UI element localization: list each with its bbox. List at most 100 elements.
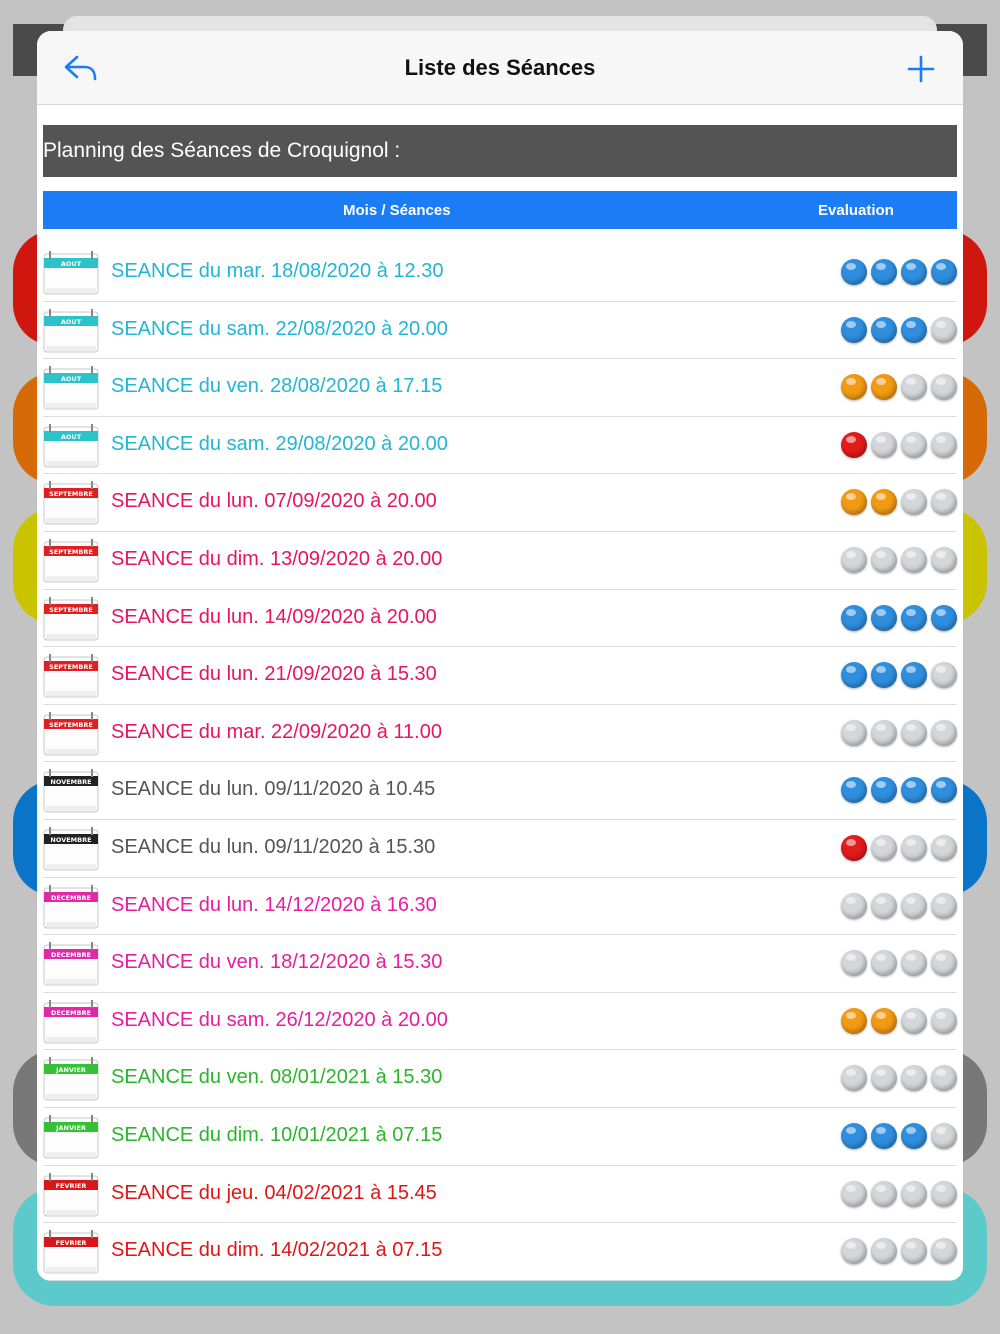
session-label: SEANCE du lun. 07/09/2020 à 20.00: [111, 490, 437, 513]
rating-dot-icon: [901, 316, 927, 343]
session-row[interactable]: JANVIER SEANCE du ven. 08/01/2021 à 15.30: [43, 1050, 957, 1108]
session-label: SEANCE du lun. 09/11/2020 à 10.45: [111, 778, 436, 801]
session-row[interactable]: NOVEMBRE SEANCE du lun. 09/11/2020 à 10.4…: [43, 762, 957, 820]
calendar-icon: FEVRIER: [43, 1172, 99, 1216]
session-row[interactable]: SEPTEMBRE SEANCE du mar. 22/09/2020 à 11.…: [43, 705, 957, 763]
rating-dot-icon: [871, 546, 897, 573]
planning-title: Planning des Séances de Croquignol :: [43, 125, 957, 177]
session-label: SEANCE du dim. 14/02/2021 à 07.15: [111, 1239, 443, 1262]
session-label: SEANCE du sam. 29/08/2020 à 20.00: [111, 432, 448, 455]
calendar-icon: NOVEMBRE: [43, 769, 99, 813]
session-row[interactable]: SEPTEMBRE SEANCE du lun. 07/09/2020 à 20.…: [43, 474, 957, 532]
rating-dot-icon: [871, 1007, 897, 1034]
evaluation-rating: [841, 662, 957, 690]
calendar-icon: SEPTEMBRE: [43, 711, 99, 756]
evaluation-rating: [841, 259, 957, 287]
evaluation-rating: [841, 950, 957, 978]
rating-dot-icon: [931, 259, 957, 285]
rating-dot-icon: [901, 604, 927, 631]
session-row[interactable]: AOUT SEANCE du ven. 28/08/2020 à 17.15: [43, 359, 957, 417]
session-row[interactable]: FEVRIER SEANCE du dim. 14/02/2021 à 07.15: [43, 1223, 957, 1281]
calendar-month-label: DECEMBRE: [51, 1009, 91, 1017]
session-row[interactable]: SEPTEMBRE SEANCE du lun. 21/09/2020 à 15.…: [43, 647, 957, 705]
rating-dot-icon: [901, 834, 927, 861]
column-header: Mois / Séances Evaluation: [43, 191, 957, 229]
calendar-month-label: NOVEMBRE: [50, 836, 91, 844]
rating-dot-icon: [871, 1065, 897, 1092]
rating-dot-icon: [931, 1238, 957, 1265]
session-row[interactable]: JANVIER SEANCE du dim. 10/01/2021 à 07.15: [43, 1108, 957, 1166]
evaluation-rating: [841, 546, 957, 575]
rating-dot-icon: [931, 834, 957, 861]
calendar-icon: SEPTEMBRE: [43, 596, 99, 641]
rating-dot-icon: [931, 489, 957, 516]
rating-dot-icon: [841, 489, 867, 516]
rating-dot-icon: [871, 892, 897, 919]
rating-dot-icon: [841, 834, 867, 861]
calendar-icon: AOUT: [43, 423, 99, 468]
calendar-icon: JANVIER: [43, 1114, 99, 1159]
rating-dot-icon: [841, 950, 867, 977]
rating-dot-icon: [931, 604, 957, 631]
session-row[interactable]: SEPTEMBRE SEANCE du lun. 14/09/2020 à 20.…: [43, 590, 957, 648]
rating-dot-icon: [871, 431, 897, 458]
rating-dot-icon: [841, 259, 867, 285]
evaluation-rating: [841, 316, 957, 345]
session-label: SEANCE du ven. 28/08/2020 à 17.15: [111, 375, 443, 398]
rating-dot-icon: [841, 662, 867, 689]
evaluation-rating: [841, 1180, 957, 1209]
evaluation-rating: [841, 1122, 957, 1151]
rating-dot-icon: [931, 892, 957, 919]
calendar-month-label: DECEMBRE: [51, 951, 91, 959]
session-row[interactable]: DECEMBRE SEANCE du ven. 18/12/2020 à 15.3…: [43, 935, 957, 993]
session-row[interactable]: DECEMBRE SEANCE du sam. 26/12/2020 à 20.0…: [43, 993, 957, 1051]
rating-dot-icon: [901, 950, 927, 977]
rating-dot-icon: [841, 374, 867, 401]
session-label: SEANCE du lun. 14/09/2020 à 20.00: [111, 605, 437, 628]
session-label: SEANCE du ven. 18/12/2020 à 15.30: [111, 951, 443, 974]
session-label: SEANCE du lun. 09/11/2020 à 15.30: [111, 835, 436, 858]
rating-dot-icon: [871, 374, 897, 401]
session-row[interactable]: DECEMBRE SEANCE du lun. 14/12/2020 à 16.3…: [43, 878, 957, 936]
calendar-month-label: JANVIER: [55, 1066, 86, 1074]
rating-dot-icon: [931, 374, 957, 401]
session-row[interactable]: SEPTEMBRE SEANCE du dim. 13/09/2020 à 20.…: [43, 532, 957, 590]
sessions-list: AOUT SEANCE du mar. 18/08/2020 à 12.30 AOU…: [43, 244, 957, 1281]
calendar-month-label: NOVEMBRE: [50, 778, 91, 786]
session-label: SEANCE du mar. 22/09/2020 à 11.00: [111, 720, 442, 743]
rating-dot-icon: [871, 1122, 897, 1149]
session-row[interactable]: NOVEMBRE SEANCE du lun. 09/11/2020 à 15.3…: [43, 820, 957, 878]
rating-dot-icon: [901, 431, 927, 458]
rating-dot-icon: [841, 1122, 867, 1149]
rating-dot-icon: [901, 546, 927, 573]
session-row[interactable]: FEVRIER SEANCE du jeu. 04/02/2021 à 15.45: [43, 1166, 957, 1224]
rating-dot-icon: [871, 834, 897, 861]
rating-dot-icon: [901, 1122, 927, 1149]
calendar-icon: JANVIER: [43, 1057, 99, 1101]
session-row[interactable]: AOUT SEANCE du sam. 22/08/2020 à 20.00: [43, 302, 957, 360]
add-session-button[interactable]: [901, 49, 941, 89]
rating-dot-icon: [871, 1180, 897, 1207]
session-label: SEANCE du dim. 13/09/2020 à 20.00: [111, 547, 443, 570]
session-label: SEANCE du sam. 26/12/2020 à 20.00: [111, 1008, 448, 1031]
calendar-month-label: SEPTEMBRE: [49, 663, 93, 671]
evaluation-rating: [841, 489, 957, 517]
calendar-icon: AOUT: [43, 308, 99, 353]
calendar-month-label: SEPTEMBRE: [49, 548, 93, 556]
calendar-icon: DECEMBRE: [43, 884, 99, 929]
rating-dot-icon: [841, 546, 867, 573]
evaluation-rating: [841, 834, 957, 863]
session-row[interactable]: AOUT SEANCE du sam. 29/08/2020 à 20.00: [43, 417, 957, 475]
rating-dot-icon: [931, 719, 957, 746]
session-label: SEANCE du jeu. 04/02/2021 à 15.45: [111, 1181, 437, 1204]
rating-dot-icon: [871, 950, 897, 977]
calendar-month-label: DECEMBRE: [51, 894, 91, 902]
calendar-month-label: AOUT: [61, 318, 82, 326]
calendar-icon: FEVRIER: [43, 1230, 99, 1274]
rating-dot-icon: [841, 604, 867, 631]
calendar-month-label: JANVIER: [55, 1124, 86, 1132]
session-label: SEANCE du dim. 10/01/2021 à 07.15: [111, 1123, 443, 1146]
evaluation-rating: [841, 374, 957, 402]
session-row[interactable]: AOUT SEANCE du mar. 18/08/2020 à 12.30: [43, 244, 957, 302]
calendar-icon: DECEMBRE: [43, 999, 99, 1044]
